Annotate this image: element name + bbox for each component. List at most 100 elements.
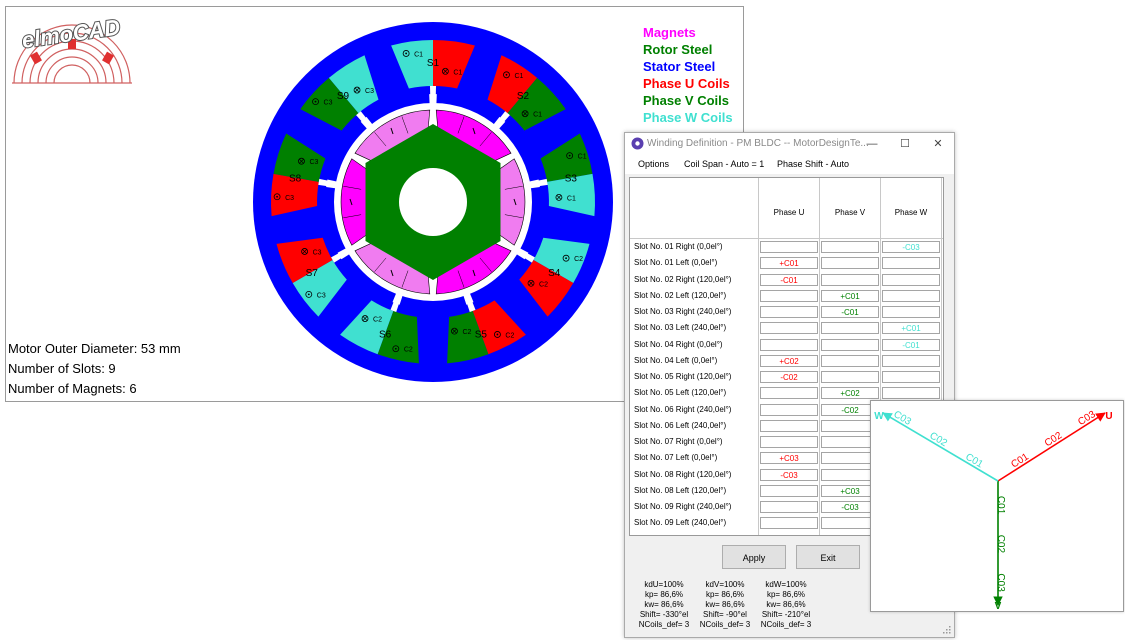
current-dot (505, 73, 508, 76)
current-dot (314, 100, 317, 103)
winding-cell-phase-w[interactable] (882, 289, 940, 302)
current-dot (405, 52, 408, 55)
winding-cell-phase-u[interactable] (760, 241, 818, 253)
winding-cell-phase-u[interactable]: +C03 (760, 452, 818, 465)
winding-cell-phase-v[interactable]: +C01 (821, 289, 879, 302)
slot-label: S2 (517, 91, 530, 102)
slot-row-label: Slot No. 03 Left (240,0el°) (634, 323, 727, 333)
winding-cell-phase-v[interactable] (821, 354, 879, 367)
winding-cell-phase-u[interactable] (760, 322, 818, 335)
winding-factor-value: kw= 86,6% (705, 600, 745, 609)
winding-cell-phase-w[interactable] (882, 273, 940, 286)
slot-row-label: Slot No. 02 Left (120,0el°) (634, 290, 727, 300)
menu-options[interactable]: Options (638, 159, 669, 169)
slot-label: S3 (565, 174, 578, 185)
winding-factor-value: Shift= -330°el (639, 610, 689, 619)
winding-cell-phase-v[interactable] (821, 322, 879, 335)
coil-label: C3 (324, 100, 333, 107)
grid-column-line (819, 178, 820, 535)
title-bar[interactable]: Winding Definition - PM BLDC -- MotorDes… (625, 133, 954, 155)
legend-item: Phase V Coils (643, 93, 729, 108)
window-title: Winding Definition - PM BLDC -- MotorDes… (647, 138, 869, 149)
winding-factor-value: kw= 86,6% (766, 600, 806, 609)
winding-cell-phase-u[interactable]: +C02 (760, 354, 818, 367)
exit-button[interactable]: Exit (796, 545, 860, 569)
winding-cell-phase-v[interactable] (821, 371, 879, 383)
winding-cell-phase-u[interactable]: -C03 (760, 468, 818, 481)
vector-coil-label: C01 (995, 496, 1006, 515)
column-header: Phase V (834, 208, 866, 217)
winding-cell-phase-u[interactable] (760, 387, 818, 400)
legend-item: Stator Steel (643, 59, 716, 74)
winding-factor-value: NCoils_def= 3 (699, 620, 751, 629)
winding-cell-phase-u[interactable]: +C01 (760, 257, 818, 270)
winding-cell-phase-u[interactable] (760, 289, 818, 302)
close-button[interactable]: ✕ (923, 135, 953, 153)
winding-cell-phase-w[interactable] (882, 257, 940, 270)
winding-cell-phase-u[interactable]: -C01 (760, 273, 818, 286)
slot-label: S1 (427, 58, 440, 69)
winding-cell-phase-u[interactable] (760, 338, 818, 351)
winding-cell-phase-u[interactable] (760, 436, 818, 448)
winding-cell-phase-u[interactable] (760, 484, 818, 497)
winding-cell-phase-w[interactable] (882, 354, 940, 367)
slot-label: S5 (475, 330, 488, 341)
winding-factor-column: kdW=100% kp= 86,6% kw= 86,6% Shift= -210°el… (751, 580, 821, 630)
slot-row-label: Slot No. 06 Right (240,0el°) (634, 404, 732, 414)
winding-factor-value: kdV=100% (705, 580, 745, 589)
apply-button[interactable]: Apply (722, 545, 786, 569)
winding-cell-phase-u[interactable] (760, 501, 818, 513)
menu-phase-shift[interactable]: Phase Shift - Auto (777, 159, 849, 169)
coil-label: C1 (533, 112, 542, 119)
winding-factor-column: kdV=100% kp= 86,6% kw= 86,6% Shift= -90°el N… (690, 580, 760, 630)
minimize-button[interactable]: — (857, 135, 887, 153)
slot-row-label: Slot No. 09 Left (240,0el°) (634, 518, 727, 528)
winding-factor-value: kw= 86,6% (644, 600, 684, 609)
coil-label: C2 (574, 256, 583, 263)
winding-factor-value: NCoils_def= 3 (638, 620, 690, 629)
winding-cell-phase-v[interactable] (821, 273, 879, 286)
winding-cell-phase-u[interactable] (760, 306, 818, 318)
slot-label: S7 (306, 268, 319, 279)
slot-row-label: Slot No. 07 Right (0,0el°) (634, 437, 723, 446)
vector-coil-label: C02 (995, 535, 1006, 554)
winding-cell-phase-u[interactable]: -C02 (760, 371, 818, 383)
winding-cell-phase-u[interactable] (760, 403, 818, 416)
grid-header-line (630, 238, 943, 239)
winding-cell-phase-v[interactable]: -C01 (821, 306, 879, 318)
winding-cell-phase-w[interactable] (882, 306, 940, 318)
current-dot (394, 347, 397, 350)
coil-label: C1 (567, 195, 576, 202)
winding-cell-phase-v[interactable] (821, 257, 879, 270)
slot-row-label: Slot No. 08 Right (120,0el°) (634, 469, 732, 479)
slot-label: S9 (337, 91, 350, 102)
phase-name-label: W (874, 411, 884, 422)
winding-factor-value: NCoils_def= 3 (760, 620, 812, 629)
winding-factor-value: Shift= -210°el (761, 610, 811, 619)
winding-factor-value: kp= 86,6% (644, 590, 684, 599)
phase-name-label: U (1105, 411, 1112, 422)
outer-diameter-text: Motor Outer Diameter: 53 mm (8, 341, 181, 356)
winding-cell-phase-w[interactable] (882, 371, 940, 383)
phase-name-label: V (995, 601, 1002, 611)
winding-cell-phase-v[interactable] (821, 338, 879, 351)
legend-item: Magnets (643, 25, 696, 40)
slot-row-label: Slot No. 09 Right (240,0el°) (634, 502, 732, 511)
winding-cell-phase-w[interactable]: -C03 (882, 241, 940, 253)
winding-cell-phase-w[interactable]: -C01 (882, 338, 940, 351)
menu-coil-span[interactable]: Coil Span - Auto = 1 (684, 159, 764, 169)
winding-cell-phase-v[interactable]: +C02 (821, 387, 879, 400)
winding-cell-phase-u[interactable] (760, 517, 818, 530)
winding-cell-phase-w[interactable] (882, 387, 940, 400)
coil-label: C2 (505, 332, 514, 339)
coil-label: C3 (309, 159, 318, 166)
slot-row-label: Slot No. 05 Left (120,0el°) (634, 388, 727, 398)
winding-cell-phase-v[interactable] (821, 241, 879, 253)
winding-cell-phase-u[interactable] (760, 419, 818, 432)
menu-bar: Options Coil Span - Auto = 1 Phase Shift… (625, 155, 954, 174)
winding-cell-phase-w[interactable]: +C01 (882, 322, 940, 335)
maximize-button[interactable]: ☐ (890, 135, 920, 153)
resize-grip-icon[interactable] (943, 626, 951, 634)
coil-label: C3 (317, 292, 326, 299)
coil-label: C3 (313, 249, 322, 256)
